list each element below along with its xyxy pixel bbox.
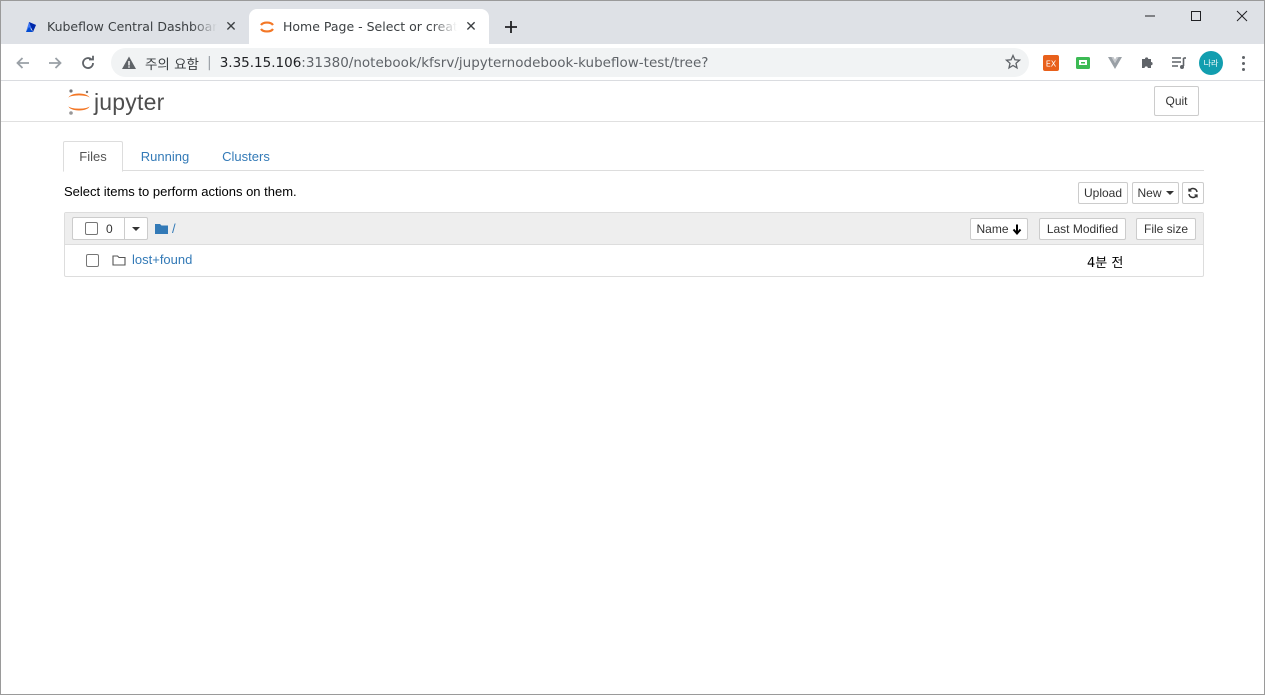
list-item[interactable]: lost+found 4분 전 [65, 245, 1203, 277]
browser-tab-kubeflow[interactable]: Kubeflow Central Dashboard ✕ [13, 9, 249, 44]
kubeflow-icon [23, 19, 39, 35]
notebook-tabs: Files Running Clusters [63, 141, 1204, 172]
select-all-checkbox[interactable] [85, 222, 98, 235]
profile-avatar[interactable]: 나라 [1199, 51, 1223, 75]
jupyter-icon [259, 19, 275, 35]
file-listing: 0 / Name Last Modified File size lost+fo… [64, 212, 1204, 277]
item-checkbox[interactable] [86, 254, 99, 267]
arrow-down-icon [1012, 224, 1021, 235]
select-all-checkbox-group[interactable]: 0 [72, 217, 124, 240]
url-path: :31380/notebook/kfsrv/jupyternodebook-ku… [301, 54, 709, 71]
sort-name-label: Name [976, 222, 1009, 236]
close-tab-icon[interactable]: ✕ [463, 19, 479, 35]
green-extension-icon[interactable] [1073, 53, 1093, 73]
tab-running[interactable]: Running [135, 141, 195, 171]
selection-hint: Select items to perform actions on them. [64, 184, 297, 199]
maximize-icon[interactable] [1173, 1, 1219, 31]
security-label[interactable]: 주의 요함 [145, 53, 199, 73]
upload-button[interactable]: Upload [1078, 182, 1128, 204]
refresh-button[interactable] [1182, 182, 1204, 204]
close-tab-icon[interactable]: ✕ [223, 19, 239, 35]
jupyter-logo-icon [68, 89, 90, 115]
tab-files[interactable]: Files [63, 141, 123, 172]
refresh-icon [1188, 187, 1198, 199]
quit-button[interactable]: Quit [1154, 86, 1199, 116]
tab-title: Home Page - Select or create a notebook [283, 19, 457, 34]
breadcrumb-root[interactable]: / [172, 221, 176, 236]
folder-filled-icon [155, 224, 168, 234]
jupyter-logo[interactable]: jupyter [67, 87, 164, 117]
puzzle-extensions-icon[interactable] [1137, 53, 1157, 73]
reload-icon[interactable] [74, 49, 102, 77]
tab-clusters[interactable]: Clusters [213, 141, 279, 171]
vue-extension-icon[interactable] [1105, 53, 1125, 73]
item-modified: 4분 전 [1087, 256, 1124, 271]
select-all-control: 0 [72, 217, 148, 240]
new-label: New [1137, 186, 1162, 200]
browser-toolbar: 주의 요함 | 3.35.15.106:31380/notebook/kfsrv… [1, 44, 1264, 81]
ex-extension-icon[interactable]: EX [1041, 53, 1061, 73]
url-host: 3.35.15.106 [219, 54, 302, 71]
listing-header: 0 / Name Last Modified File size [65, 213, 1203, 245]
new-tab-button[interactable] [499, 15, 523, 39]
tab-title: Kubeflow Central Dashboard [47, 19, 217, 34]
address-bar[interactable]: 주의 요함 | 3.35.15.106:31380/notebook/kfsrv… [111, 48, 1029, 77]
browser-menu-icon[interactable] [1233, 53, 1253, 73]
jupyter-page: jupyter Quit Files Running Clusters Sele… [1, 81, 1264, 694]
media-queue-icon[interactable] [1169, 53, 1189, 73]
back-icon[interactable] [9, 49, 37, 77]
sort-modified-button[interactable]: Last Modified [1039, 218, 1126, 240]
forward-icon[interactable] [41, 49, 69, 77]
warning-icon[interactable] [121, 55, 137, 71]
svg-text:EX: EX [1046, 60, 1057, 69]
caret-down-icon [132, 226, 140, 231]
browser-window: Kubeflow Central Dashboard ✕ Home Page -… [0, 0, 1265, 695]
selected-count: 0 [106, 221, 113, 236]
new-dropdown-button[interactable]: New [1132, 182, 1179, 204]
jupyter-logo-text: jupyter [94, 88, 165, 115]
close-window-icon[interactable] [1219, 1, 1264, 31]
url-text[interactable]: 3.35.15.106:31380/notebook/kfsrv/jupyter… [220, 55, 709, 71]
jupyter-header: jupyter Quit [1, 81, 1264, 122]
item-name-link[interactable]: lost+found [132, 252, 192, 267]
browser-tab-jupyter[interactable]: Home Page - Select or create a notebook … [249, 9, 489, 44]
sort-name-button[interactable]: Name [970, 218, 1028, 240]
bookmark-star-icon[interactable] [1004, 53, 1022, 70]
select-dropdown-button[interactable] [124, 217, 148, 240]
folder-icon [112, 255, 126, 266]
caret-down-icon [1165, 191, 1174, 195]
breadcrumb[interactable]: / [155, 221, 176, 236]
sort-size-button[interactable]: File size [1136, 218, 1196, 240]
address-separator: | [206, 54, 212, 71]
tab-strip: Kubeflow Central Dashboard ✕ Home Page -… [1, 1, 1264, 44]
minimize-icon[interactable] [1127, 1, 1173, 31]
